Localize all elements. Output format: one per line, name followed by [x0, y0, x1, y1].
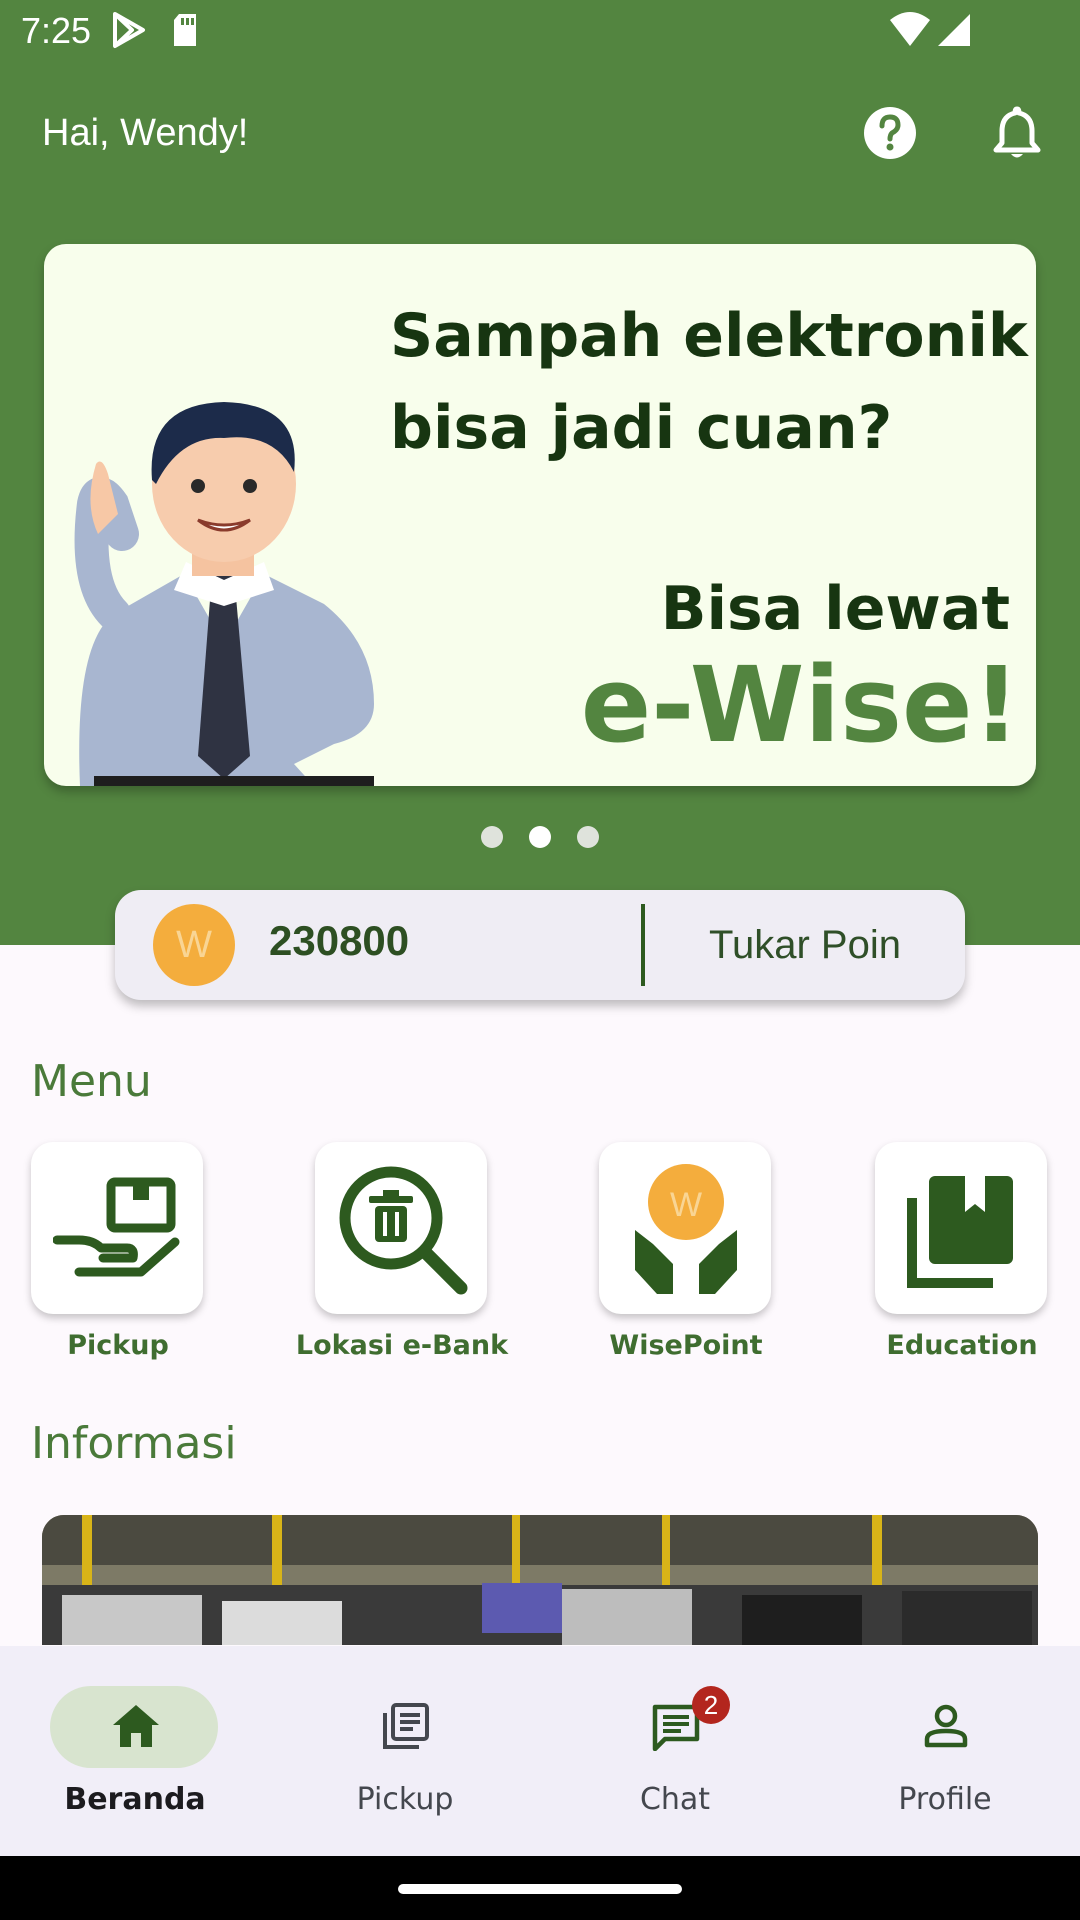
book-icon: [907, 1176, 1013, 1288]
help-icon[interactable]: [862, 105, 918, 165]
status-time: 7:25: [21, 10, 92, 51]
article-icon: [383, 1703, 429, 1749]
home-gesture-bar[interactable]: [398, 1884, 682, 1894]
hands-coin-icon: W: [635, 1164, 737, 1294]
nav-item-beranda[interactable]: Beranda: [0, 1646, 270, 1856]
person-icon: [924, 1704, 968, 1748]
points-value: 230800: [269, 917, 410, 964]
nav-item-pickup[interactable]: Pickup: [270, 1646, 540, 1856]
sd-card-icon: [170, 10, 200, 54]
businessman-illustration: [74, 402, 374, 786]
greeting-text: Hai, Wendy!: [42, 112, 249, 154]
menu-label-education: Education: [886, 1330, 1038, 1361]
chat-unread-badge: 2: [692, 1686, 730, 1724]
nav-label-beranda: Beranda: [64, 1782, 206, 1817]
menu-item-wisepoint[interactable]: W WisePoint: [599, 1142, 773, 1361]
banner-tagline: Bisa lewat: [660, 574, 1010, 644]
promo-banner[interactable]: Sampah elektronik bisa jadi cuan? Bisa l…: [44, 244, 1036, 786]
menu-item-pickup[interactable]: Pickup: [31, 1142, 205, 1361]
nav-label-chat: Chat: [639, 1782, 711, 1817]
status-bar: 7:25: [0, 0, 1080, 64]
banner-brand: e-Wise!: [580, 644, 1020, 766]
cell-signal-icon: [934, 10, 974, 54]
menu-section-title: Menu: [31, 1056, 152, 1107]
points-card: W 230800 Tukar Poin: [115, 890, 965, 1000]
menu-label-lokasi-ebank: Lokasi e-Bank: [295, 1330, 509, 1361]
menu-item-education[interactable]: Education: [875, 1142, 1049, 1361]
notification-bell-icon[interactable]: [990, 105, 1044, 167]
play-store-icon: [110, 10, 148, 54]
banner-headline: Sampah elektronik bisa jadi cuan?: [390, 301, 1028, 463]
carousel-dot-3[interactable]: [577, 826, 599, 848]
carousel-dot-2[interactable]: [529, 826, 551, 848]
warehouse-photo: [42, 1515, 1038, 1645]
info-section-title: Informasi: [31, 1418, 237, 1469]
search-trash-icon: [339, 1166, 468, 1295]
nav-item-chat[interactable]: 2 Chat: [540, 1646, 810, 1856]
info-article-image[interactable]: [42, 1515, 1038, 1645]
bottom-navigation: Beranda Pickup 2 Chat Profile: [0, 1646, 1080, 1856]
nav-item-profile[interactable]: Profile: [810, 1646, 1080, 1856]
nav-label-pickup: Pickup: [356, 1782, 454, 1817]
menu-label-pickup: Pickup: [67, 1330, 169, 1361]
svg-text:W: W: [670, 1186, 702, 1224]
menu-item-lokasi-ebank[interactable]: Lokasi e-Bank: [296, 1142, 508, 1361]
redeem-points-button[interactable]: Tukar Poin: [645, 890, 965, 1000]
menu-label-wisepoint: WisePoint: [609, 1330, 763, 1361]
wifi-icon: [888, 10, 932, 54]
nav-label-profile: Profile: [898, 1782, 992, 1817]
coin-icon: W: [153, 904, 235, 986]
coin-letter: W: [176, 924, 212, 966]
hand-package-icon: [53, 1177, 180, 1277]
home-icon: [113, 1705, 159, 1747]
carousel-dot-1[interactable]: [481, 826, 503, 848]
